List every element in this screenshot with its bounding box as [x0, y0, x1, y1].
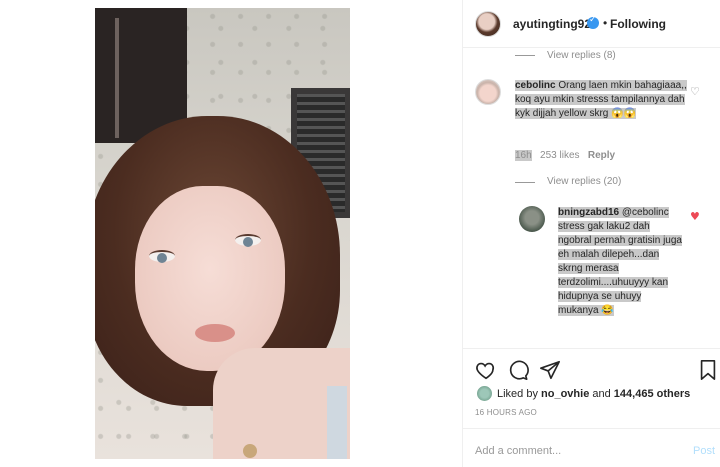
bookmark-icon[interactable] — [697, 359, 719, 381]
header-separator: • — [603, 16, 608, 30]
reply-avatar[interactable] — [519, 206, 545, 232]
reply-body: bningzabd16 @cebolinc stress gak laku2 d… — [558, 206, 683, 318]
comment-input[interactable] — [475, 445, 665, 457]
comments-list[interactable]: View replies (8) cebolinc Orang laen mki… — [463, 48, 720, 348]
heart-icon[interactable]: ♡ — [690, 85, 700, 98]
reply-username[interactable]: bningzabd16 — [558, 207, 619, 218]
liker-username[interactable]: no_ovhie — [541, 388, 589, 400]
reply-mention[interactable]: @cebolinc — [622, 207, 669, 218]
comment-time[interactable]: 16h — [515, 150, 532, 161]
post-button[interactable]: Post — [693, 445, 715, 457]
likes-prefix: Liked by — [497, 388, 542, 400]
view-replies-link[interactable]: View replies (8) — [547, 50, 616, 61]
shirt-strap — [327, 386, 347, 459]
left-eye — [149, 250, 175, 263]
lips — [195, 324, 235, 342]
liker-avatar[interactable] — [477, 386, 492, 401]
likes-text: Liked by no_ovhie and 144,465 others — [497, 388, 690, 400]
necklace-pendant — [243, 444, 257, 458]
reply-emoji: 😂 — [601, 305, 614, 316]
liked-heart-icon[interactable]: ♥ — [690, 210, 700, 223]
post-header: ayutingting92 • Following — [463, 0, 720, 48]
comment-body: cebolinc Orang laen mkin bahagiaaa,, koq… — [515, 79, 690, 121]
reply-divider — [515, 55, 535, 56]
heart-icon[interactable] — [475, 359, 497, 381]
header-username[interactable]: ayutingting92 — [513, 17, 591, 31]
profile-avatar[interactable] — [475, 11, 501, 37]
action-bar — [463, 348, 720, 384]
likes-summary: Liked by no_ovhie and 144,465 others — [463, 384, 720, 404]
likes-connector: and — [589, 388, 614, 400]
view-replies-link[interactable]: View replies (20) — [547, 176, 621, 187]
commenter-avatar[interactable] — [475, 79, 501, 105]
comment-username[interactable]: cebolinc — [515, 80, 556, 91]
reply-text: stress gak laku2 dah ngobral pernah grat… — [558, 221, 682, 316]
paper-plane-icon[interactable] — [539, 359, 561, 381]
comment-meta: 16h 253 likes Reply — [515, 150, 615, 161]
comment-emoji: 😱😱 — [611, 108, 637, 119]
add-comment-bar: Post — [463, 428, 720, 467]
reply-divider — [515, 182, 535, 183]
following-button[interactable]: Following — [610, 17, 666, 31]
post-photo[interactable] — [95, 8, 350, 459]
comment-likes[interactable]: 253 likes — [540, 150, 579, 161]
post-timestamp[interactable]: 16 HOURS AGO — [475, 408, 537, 417]
face — [135, 186, 285, 371]
door-edge — [115, 18, 119, 138]
reply-button[interactable]: Reply — [588, 150, 615, 161]
post-side-panel: ayutingting92 • Following View replies (… — [462, 0, 720, 467]
likes-count[interactable]: 144,465 others — [614, 388, 690, 400]
right-eye — [235, 234, 261, 247]
comment-icon[interactable] — [507, 359, 529, 381]
verified-badge-icon — [587, 15, 599, 29]
post-media-area — [0, 0, 462, 467]
